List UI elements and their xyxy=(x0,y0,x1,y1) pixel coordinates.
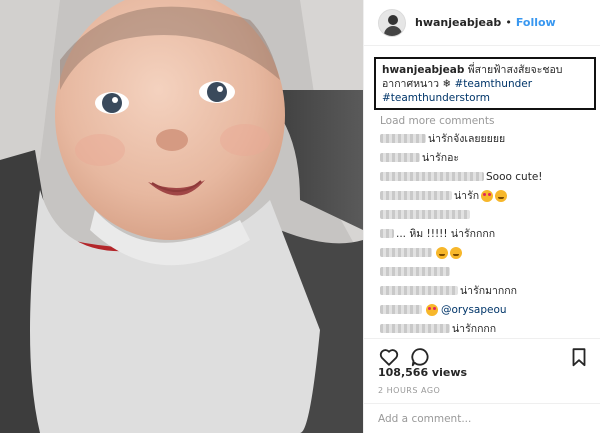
header-username[interactable]: hwanjeabjeab xyxy=(415,16,501,29)
blush-emoji-icon xyxy=(436,246,448,259)
comment-text: น่ารักจังเลยยยยย xyxy=(428,133,506,145)
comment-item: น่ารัก xyxy=(364,186,600,205)
blurred-username xyxy=(380,191,452,200)
post-header: hwanjeabjeab • Follow xyxy=(364,0,600,46)
blurred-username xyxy=(380,229,394,238)
avatar[interactable] xyxy=(378,8,406,37)
add-comment-bar xyxy=(364,403,600,433)
comments-list: น่ารักจังเลยยยยย น่ารักอะ Sooo cute! น่า… xyxy=(364,129,600,338)
bookmark-icon[interactable] xyxy=(568,346,590,368)
blurred-username xyxy=(380,210,470,219)
hashtag-link[interactable]: #teamthunderstorm xyxy=(382,92,490,104)
blurred-username xyxy=(380,172,484,181)
follow-button[interactable]: Follow xyxy=(516,16,556,29)
post-photo xyxy=(0,0,363,433)
comment-text: น่ารัก xyxy=(454,190,480,202)
view-count: 108,566 views xyxy=(378,366,468,379)
comment-text: น่ารักมากกก xyxy=(460,285,517,297)
comment-item xyxy=(364,262,600,281)
comment-item: ... หิม !!!!! น่ารักกกก xyxy=(364,224,600,243)
blurred-username xyxy=(380,153,420,162)
comment-text: ... หิม !!!!! น่ารักกกก xyxy=(396,228,496,240)
caption-username[interactable]: hwanjeabjeab xyxy=(382,64,464,76)
heart-eyes-emoji-icon xyxy=(481,189,494,202)
blush-emoji-icon xyxy=(450,246,462,259)
caption: hwanjeabjeab พี่สายฟ้าสงสัยจะชอบอากาศหนา… xyxy=(374,57,596,110)
blurred-username xyxy=(380,324,450,333)
comment-item: @orysapeou xyxy=(364,300,600,319)
header-separator: • xyxy=(505,16,512,29)
post-actions-bar xyxy=(364,338,600,368)
heart-eyes-emoji-icon xyxy=(426,303,438,316)
hashtag-link[interactable]: #teamthunder xyxy=(455,78,533,90)
baby-photo-image xyxy=(0,0,363,433)
blurred-username xyxy=(380,267,450,276)
blurred-username xyxy=(380,286,458,295)
post-sidebar: hwanjeabjeab • Follow hwanjeabjeab พี่สา… xyxy=(363,0,600,433)
blurred-username xyxy=(380,305,422,314)
comment-item xyxy=(364,205,600,224)
comment-text: น่ารักอะ xyxy=(422,152,460,164)
comment-item xyxy=(364,243,600,262)
comment-item: น่ารักจังเลยยยยย xyxy=(364,129,600,148)
blurred-username xyxy=(380,248,432,257)
comment-mention[interactable]: @orysapeou xyxy=(441,304,507,316)
comment-text: Sooo cute! xyxy=(486,170,543,183)
speech-bubble-icon[interactable] xyxy=(410,346,432,368)
load-more-comments-button[interactable]: Load more comments xyxy=(380,115,600,127)
blurred-username xyxy=(380,134,426,143)
comment-item: น่ารักอะ xyxy=(364,148,600,167)
comment-text: น่ารักกกก xyxy=(452,323,497,335)
comment-item: น่ารักกกก xyxy=(364,319,600,338)
heart-icon[interactable] xyxy=(378,346,400,368)
add-comment-input[interactable] xyxy=(378,412,590,425)
comment-item: Sooo cute! xyxy=(364,167,600,186)
comment-item: น่ารักมากกก xyxy=(364,281,600,300)
blush-emoji-icon xyxy=(495,189,508,202)
post-timestamp[interactable]: 2 HOURS AGO xyxy=(378,386,440,395)
